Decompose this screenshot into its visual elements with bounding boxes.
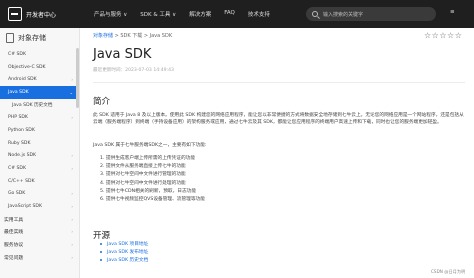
sidebar-item-label: PHP SDK bbox=[8, 115, 28, 121]
nav-products[interactable]: 产品与服务 ∨ bbox=[94, 10, 127, 18]
chevron-right-icon: › bbox=[71, 254, 73, 260]
sidebar-section-faq[interactable]: 常见问题 › bbox=[0, 251, 79, 264]
link-list: Java SDK 项目地址 Java SDK 发布地址 Java SDK 历史文… bbox=[100, 241, 148, 266]
sidebar: 对象存储 C# SDK Objective-C SDK Android SDK ›… bbox=[0, 28, 80, 278]
sidebar-item-csharp-2[interactable]: C# SDK › bbox=[0, 162, 79, 175]
link-label: Java SDK 项目地址 bbox=[107, 242, 149, 247]
list-item: 2. 提供文件从服务端直接上传七牛的功能 bbox=[100, 164, 186, 170]
sidebar-item-label: Java SDK 历史文档 bbox=[12, 103, 53, 109]
nav-solutions[interactable]: 解决方案 bbox=[189, 10, 211, 18]
sidebar-item-label: C/C++ SDK bbox=[8, 178, 35, 184]
main-nav: 产品与服务 ∨ SDK & 工具 ∨ 解决方案 FAQ 技术支持 bbox=[94, 10, 283, 18]
sidebar-item-label: JavaScript SDK bbox=[8, 204, 42, 210]
sidebar-header: 对象存储 bbox=[0, 28, 79, 48]
sidebar-item-ruby[interactable]: Ruby SDK bbox=[0, 137, 79, 150]
list-item: 5. 提供七牛CDN相关的刷新，预取，日志功能 bbox=[100, 188, 197, 194]
link-item[interactable]: Java SDK 项目地址 bbox=[100, 241, 148, 249]
chevron-right-icon: › bbox=[71, 191, 73, 197]
chevron-right-icon: › bbox=[71, 229, 73, 235]
sidebar-section-agreements[interactable]: 服务协议 › bbox=[0, 238, 79, 251]
chevron-right-icon: › bbox=[71, 153, 73, 159]
sidebar-item-label: Node.js SDK bbox=[8, 153, 37, 159]
sidebar-item-label: Objective-C SDK bbox=[8, 64, 46, 70]
menu-icon[interactable]: ≡ bbox=[450, 9, 455, 15]
chevron-right-icon: › bbox=[71, 166, 73, 172]
sidebar-item-python[interactable]: Python SDK bbox=[0, 124, 79, 137]
sidebar-item-php[interactable]: PHP SDK › bbox=[0, 111, 79, 124]
updated-timestamp: 最近更新时间：2023-07-03 14:49:43 bbox=[93, 68, 174, 73]
search-input[interactable]: 输入搜索的关键字 bbox=[306, 7, 436, 21]
sidebar-title: 对象存储 bbox=[18, 34, 46, 42]
sidebar-item-javascript[interactable]: JavaScript SDK › bbox=[0, 200, 79, 213]
rating-stars[interactable]: ☆☆☆☆☆ bbox=[424, 31, 462, 40]
sidebar-scrollbar[interactable] bbox=[76, 48, 79, 108]
sidebar-item-java-history[interactable]: Java SDK 历史文档 bbox=[0, 99, 79, 112]
sidebar-item-objc[interactable]: Objective-C SDK bbox=[0, 61, 79, 74]
sidebar-item-label: Python SDK bbox=[8, 127, 35, 133]
open-source-heading: 开源 bbox=[93, 231, 111, 241]
sidebar-item-label: C# SDK bbox=[8, 51, 26, 57]
nav-support[interactable]: 技术支持 bbox=[248, 10, 270, 18]
sidebar-item-android[interactable]: Android SDK › bbox=[0, 73, 79, 86]
search-placeholder: 输入搜索的关键字 bbox=[323, 11, 364, 18]
feature-intro: Java SDK 属于七牛服务端SDK之一，主要有如下功能: bbox=[93, 143, 207, 148]
sidebar-item-go[interactable]: Go SDK › bbox=[0, 188, 79, 201]
sidebar-section-label: 最佳实践 bbox=[4, 230, 24, 236]
link-item[interactable]: Java SDK 发布地址 bbox=[100, 249, 148, 257]
list-item: 4. 提供对七牛空间中文件进行处理的功能 bbox=[100, 180, 186, 186]
main-content: 对象存储 > SDK 下载 > Java SDK ☆☆☆☆☆ Java SDK … bbox=[80, 28, 474, 278]
chevron-right-icon: › bbox=[71, 204, 73, 210]
sidebar-item-label: Java SDK bbox=[8, 89, 29, 95]
sidebar-item-label: Ruby SDK bbox=[8, 140, 31, 146]
breadcrumb-link[interactable]: 对象存储 bbox=[93, 33, 113, 39]
logo[interactable]: 开发者中心 bbox=[8, 0, 56, 28]
bullet-icon bbox=[100, 250, 102, 253]
sidebar-item-label: Go SDK bbox=[8, 191, 26, 197]
feature-list: 1. 提供生成客户端上传所需的上传凭证的功能 2. 提供文件从服务端直接上传七牛… bbox=[100, 155, 205, 204]
sidebar-item-label: Android SDK bbox=[8, 77, 37, 83]
sidebar-item-label: C# SDK bbox=[8, 166, 26, 172]
chevron-right-icon: › bbox=[71, 77, 73, 83]
list-item: 6. 提供七牛视频监控QVS设备管理、流管理等功能 bbox=[100, 197, 205, 203]
breadcrumb-rest: > SDK 下载 > Java SDK bbox=[113, 33, 173, 39]
link-item[interactable]: Java SDK 历史文档 bbox=[100, 257, 148, 265]
page-title: Java SDK bbox=[93, 47, 152, 62]
intro-heading: 简介 bbox=[93, 97, 111, 107]
sidebar-section-best-practices[interactable]: 最佳实践 › bbox=[0, 226, 79, 239]
logo-text: 开发者中心 bbox=[26, 11, 57, 19]
divider bbox=[93, 82, 465, 83]
breadcrumb: 对象存储 > SDK 下载 > Java SDK bbox=[93, 32, 172, 39]
sidebar-item-csharp[interactable]: C# SDK bbox=[0, 48, 79, 61]
sidebar-item-nodejs[interactable]: Node.js SDK › bbox=[0, 150, 79, 163]
search-icon bbox=[312, 11, 318, 17]
sidebar-section-label: 常见问题 bbox=[4, 255, 24, 261]
bullet-icon bbox=[100, 258, 102, 261]
top-navbar: 开发者中心 产品与服务 ∨ SDK & 工具 ∨ 解决方案 FAQ 技术支持 输… bbox=[0, 0, 474, 28]
intro-paragraph: 此 SDK 适用于 Java 8 及以上版本。使用此 SDK 构建您的网络应用程… bbox=[93, 113, 464, 126]
list-item: 3. 提供对七牛空间中文件进行管理的功能 bbox=[100, 172, 186, 178]
watermark: CSDN @日月为明 bbox=[431, 269, 466, 274]
nav-sdk-tools[interactable]: SDK & 工具 ∨ bbox=[140, 10, 176, 18]
nav-faq[interactable]: FAQ bbox=[224, 10, 235, 18]
link-label: Java SDK 历史文档 bbox=[107, 258, 149, 264]
bullet-icon bbox=[100, 242, 102, 245]
sidebar-section-label: 实用工具 bbox=[4, 217, 24, 223]
chevron-down-icon: ⌄ bbox=[69, 89, 73, 95]
link-label: Java SDK 发布地址 bbox=[107, 250, 149, 256]
sidebar-item-java[interactable]: Java SDK ⌄ bbox=[0, 86, 79, 99]
sidebar-section-label: 服务协议 bbox=[4, 243, 24, 249]
chevron-right-icon: › bbox=[71, 242, 73, 248]
sidebar-item-cpp[interactable]: C/C++ SDK bbox=[0, 175, 79, 188]
sidebar-section-tools[interactable]: 实用工具 › bbox=[0, 213, 79, 226]
logo-icon bbox=[8, 7, 22, 21]
list-item: 1. 提供生成客户端上传所需的上传凭证的功能 bbox=[100, 156, 196, 161]
document-icon bbox=[6, 33, 14, 43]
chevron-right-icon: › bbox=[71, 115, 73, 121]
chevron-right-icon: › bbox=[71, 216, 73, 222]
